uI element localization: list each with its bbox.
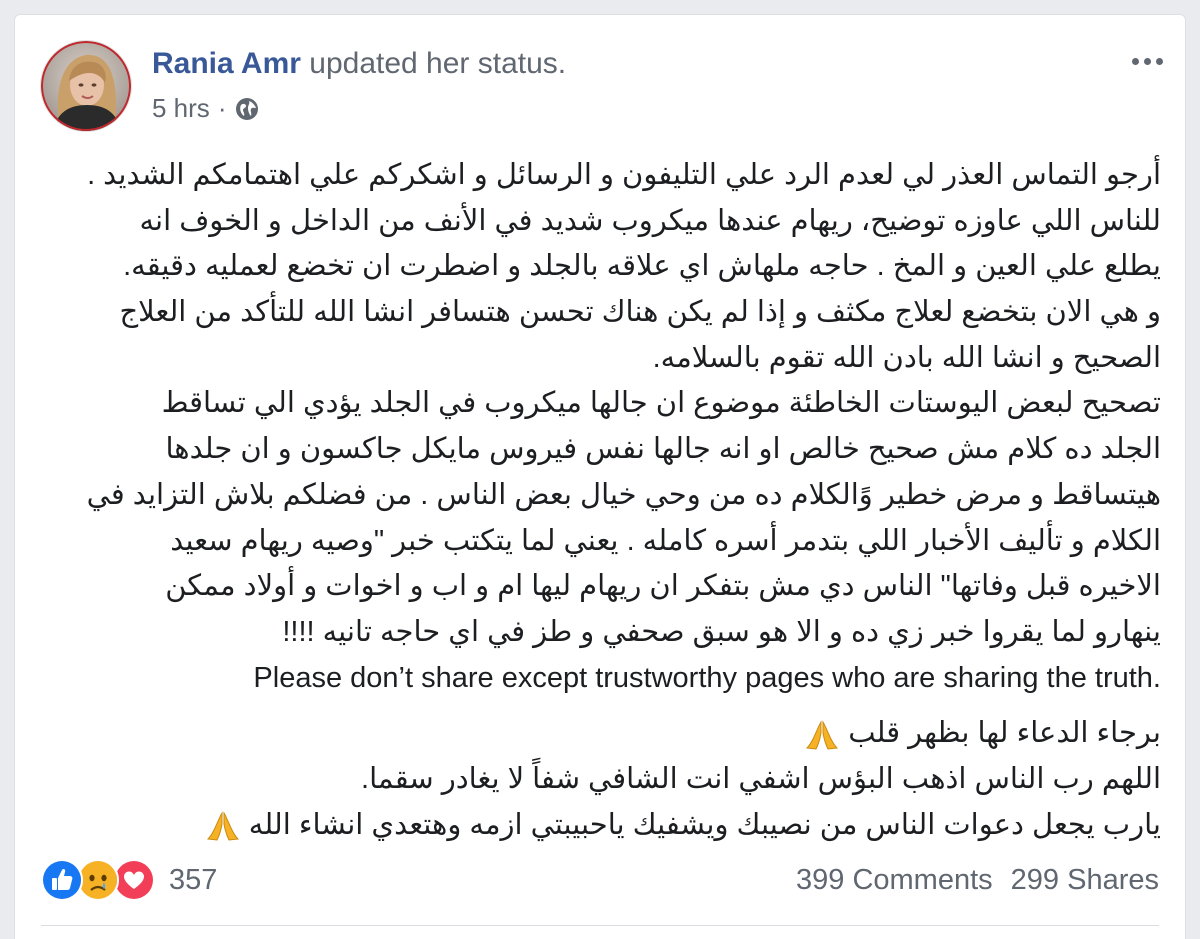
post-header: Rania Amr updated her status. [152,47,566,81]
post-text-line: الكلام و تأليف الأخبار اللي بتدمر أسره ك… [170,524,1161,557]
post-action-text: updated her status. [309,47,567,80]
post-text-line: الجلد ده كلام مش صحيح خالص او انه جالها … [165,433,1161,466]
post-text-english: Please don’t share except trustworthy pa… [253,661,1161,694]
prayer-line: يارب يجعل دعوات الناس من نصيبك ويشفيك يا… [45,803,1161,849]
post-text-line: أرجو التماس العذر لي لعدم الرد علي التلي… [87,159,1161,191]
post-text-line: يطلع علي العين و المخ . حاجه ملهاش اي عل… [123,250,1161,283]
like-icon [41,859,83,901]
reaction-count: 357 [169,863,218,896]
post-text-line: الصحيح و انشا الله بادن الله تقوم بالسلا… [652,341,1161,374]
more-options-icon[interactable] [1125,43,1169,79]
post-text-line: للناس اللي عاوزه توضيح، ريهام عندها ميكر… [139,204,1161,237]
sad-icon [77,859,119,901]
reactions-summary[interactable]: 357 [41,859,217,901]
author-name[interactable]: Rania Amr [152,47,301,80]
prayer-text: يارب يجعل دعوات الناس من نصيبك ويشفيك يا… [248,808,1161,841]
prayer-line: برجاء الدعاء لها بظهر قلب [45,711,1161,757]
folded-hands-icon [804,719,840,751]
love-icon [113,859,155,901]
folded-hands-icon [205,810,241,842]
shares-count-link[interactable]: 299 Shares [1011,864,1159,897]
post-text-line: الاخيره قبل وفاتها" الناس دي مش بتفكر ان… [165,570,1161,603]
avatar[interactable] [41,41,131,131]
globe-icon[interactable] [234,96,260,122]
post-body: أرجو التماس العذر لي لعدم الرد علي التلي… [45,153,1161,848]
post-timestamp[interactable]: 5 hrs [152,93,210,124]
comments-count-link[interactable]: 399 Comments [796,864,993,897]
post-text-line: و هي الان بتخضع لعلاج مكثف و إذا لم يكن … [119,296,1161,329]
post-text-line: هيتساقط و مرض خطير وًالكلام ده من وحي خي… [86,478,1161,511]
post-meta: 5 hrs · [152,93,260,124]
profile-photo [41,41,131,131]
post-stats: 399 Comments 299 Shares [796,859,1159,901]
meta-separator: · [217,93,227,123]
prayer-line: اللهم رب الناس اذهب البؤس اشفي انت الشاف… [361,762,1161,795]
post-text-line: تصحيح لبعض اليوستات الخاطئة موضوع ان جال… [161,387,1161,420]
post-text-line: ينهارو لما يقروا خبر زي ده و الا هو سبق … [282,615,1161,648]
prayer-text: برجاء الدعاء لها بظهر قلب [848,717,1161,750]
post-card: Rania Amr updated her status. 5 hrs · أر… [14,14,1186,939]
footer-divider [41,925,1159,926]
